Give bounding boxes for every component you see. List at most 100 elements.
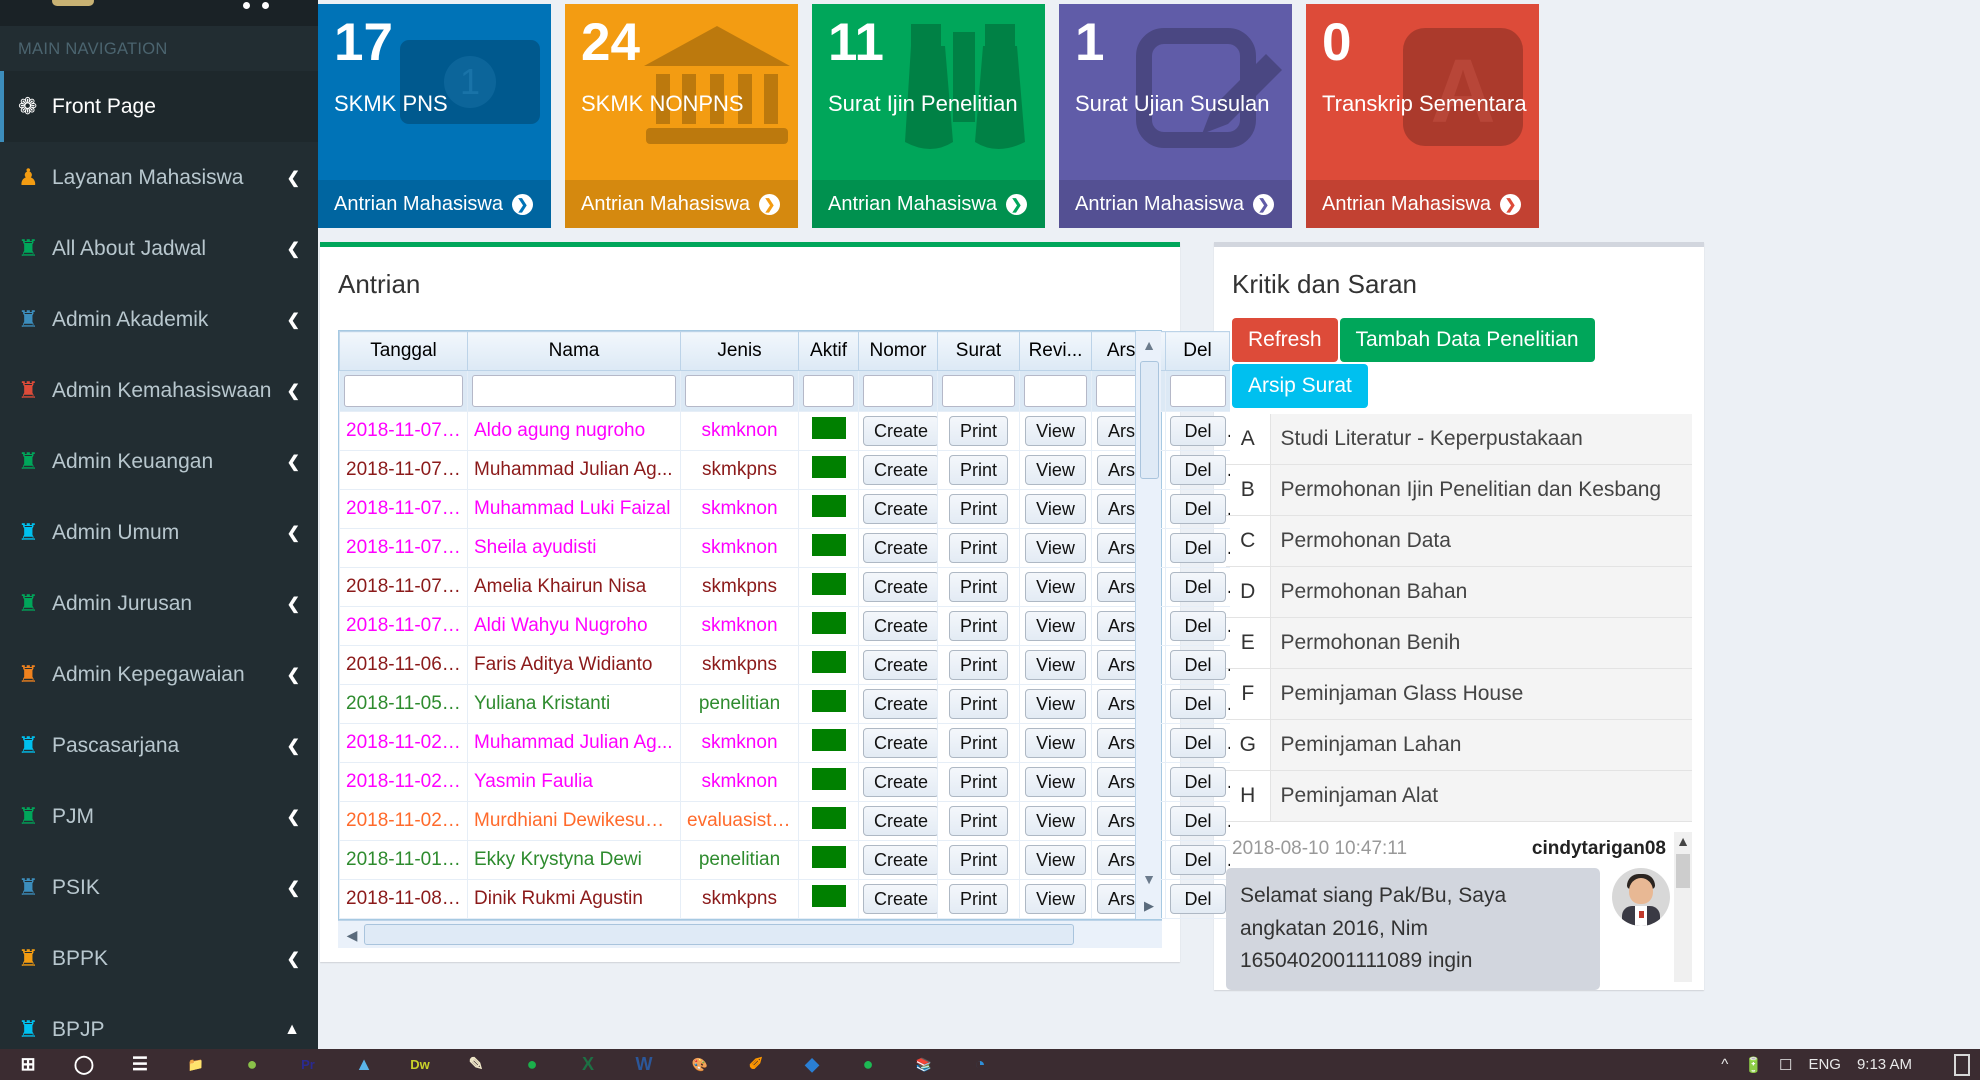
table-row[interactable]: 2018-11-06 ... Faris Aditya Widianto skmkp… (339, 645, 1230, 685)
comment-scroll-up-icon[interactable]: ▲ (1674, 832, 1692, 850)
surat-button[interactable]: Print (948, 844, 1008, 876)
comment-scrollbar[interactable]: ▲ (1674, 832, 1692, 982)
start-windows-icon[interactable]: ⊞ (0, 1049, 56, 1080)
sidebar-item-admin-kemahasiswaan[interactable]: ♜ Admin Kemahasiswaan ❮ (0, 355, 318, 426)
sidebar-item-admin-keuangan[interactable]: ♜ Admin Keuangan ❮ (0, 426, 318, 497)
nomor-button[interactable]: Create (863, 844, 938, 876)
surat-button[interactable]: Print (948, 571, 1008, 603)
revisi-button[interactable]: View (1025, 571, 1086, 603)
surat-button[interactable]: Print (948, 727, 1008, 759)
stat-box-surat-ijin-penelitian[interactable]: 11 Surat Ijin Penelitian Antrian Mahasiswa… (812, 4, 1045, 228)
list-item[interactable]: A Studi Literatur - Keperpustakaan (1226, 414, 1692, 465)
filter-input-nomor[interactable] (863, 375, 933, 407)
sidebar-item-psik[interactable]: ♜ PSIK ❮ (0, 852, 318, 923)
antrian-filter-row[interactable] (339, 370, 1230, 412)
android-studio-icon[interactable]: ● (224, 1049, 280, 1080)
surat-button[interactable]: Print (948, 493, 1008, 525)
sidebar-item-pascasarjana[interactable]: ♜ Pascasarjana ❮ (0, 710, 318, 781)
sidebar-item-admin-akademik[interactable]: ♜ Admin Akademik ❮ (0, 284, 318, 355)
table-row[interactable]: 2018-11-02 ... Muhammad Julian Ag... skmkn… (339, 723, 1230, 763)
table-row[interactable]: 2018-11-02 ... Murdhiani Dewikesum... eval… (339, 801, 1230, 841)
list-item[interactable]: F Peminjaman Glass House (1226, 668, 1692, 720)
revisi-button[interactable]: View (1025, 766, 1086, 798)
sidebar-item-admin-jurusan[interactable]: ♜ Admin Jurusan ❮ (0, 568, 318, 639)
stat-footer-link[interactable]: Antrian Mahasiswa ❯ (812, 180, 1045, 228)
nomor-button[interactable]: Create (863, 571, 938, 603)
paint-icon[interactable]: 🎨 (672, 1049, 728, 1080)
filter-input-del[interactable] (1170, 375, 1226, 407)
revisi-button[interactable]: View (1025, 493, 1086, 525)
column-header-aktif[interactable]: Aktif (798, 331, 859, 371)
stat-box-skmk-nonpns[interactable]: 24 SKMK NONPNS Antrian Mahasiswa ❯ (565, 4, 798, 228)
revisi-button[interactable]: View (1025, 727, 1086, 759)
column-header-jenis[interactable]: Jenis (680, 331, 799, 371)
sidebar-item-pjm[interactable]: ♜ PJM ❮ (0, 781, 318, 852)
nomor-button[interactable]: Create (863, 727, 938, 759)
scroll-down-icon[interactable]: ▼ (1136, 867, 1162, 891)
nomor-button[interactable]: Create (863, 493, 938, 525)
photoshop-icon[interactable]: ◆ (784, 1049, 840, 1080)
surat-button[interactable]: Print (948, 766, 1008, 798)
edge-icon[interactable]: ◔ (952, 1049, 1008, 1080)
column-header-nama[interactable]: Nama (467, 331, 681, 371)
spotify-icon[interactable]: ● (840, 1049, 896, 1080)
sidebar-item-layanan-mahasiswa[interactable]: ♟ Layanan Mahasiswa ❮ (0, 142, 318, 213)
surat-button[interactable]: Print (948, 415, 1008, 447)
filter-input-tanggal[interactable] (344, 375, 463, 407)
adobe-premiere-icon[interactable]: Pr (280, 1049, 336, 1080)
del-button[interactable]: Del (1170, 688, 1226, 720)
revisi-button[interactable]: View (1025, 688, 1086, 720)
revisi-button[interactable]: View (1025, 610, 1086, 642)
filter-input-aktif[interactable] (803, 375, 854, 407)
surat-button[interactable]: Print (948, 688, 1008, 720)
excel-icon[interactable]: X (560, 1049, 616, 1080)
table-row[interactable]: 2018-11-07 ... Amelia Khairun Nisa skmkpns… (339, 567, 1230, 607)
del-button[interactable]: Del (1170, 454, 1226, 486)
revisi-button[interactable]: View (1025, 649, 1086, 681)
del-button[interactable]: Del (1170, 805, 1226, 837)
tambah-data-penelitian-button[interactable]: Tambah Data Penelitian (1339, 318, 1595, 362)
ccleaner-icon[interactable]: ▲ (336, 1049, 392, 1080)
sublime-icon[interactable]: ✐ (728, 1049, 784, 1080)
revisi-button[interactable]: View (1025, 805, 1086, 837)
sidebar-item-bpjp[interactable]: ♜ BPJP ▲ (0, 994, 318, 1049)
table-row[interactable]: 2018-11-02 ... Yasmin Faulia skmknon Create… (339, 762, 1230, 802)
del-button[interactable]: Del (1170, 493, 1226, 525)
column-header-nomor[interactable]: Nomor (858, 331, 938, 371)
teamviewer-icon[interactable]: ● (504, 1049, 560, 1080)
table-row[interactable]: 2018-11-01 ... Ekky Krystyna Dewi peneliti… (339, 840, 1230, 880)
stat-footer-link[interactable]: Antrian Mahasiswa ❯ (1059, 180, 1292, 228)
filter-input-nama[interactable] (472, 375, 676, 407)
del-button[interactable]: Del (1170, 571, 1226, 603)
sidebar-item-admin-umum[interactable]: ♜ Admin Umum ❮ (0, 497, 318, 568)
scroll-up-icon[interactable]: ▲ (1136, 333, 1162, 357)
revisi-button[interactable]: View (1025, 532, 1086, 564)
revisi-button[interactable]: View (1025, 883, 1086, 915)
filter-input-surat[interactable] (942, 375, 1015, 407)
table-row[interactable]: 2018-11-07 ... Aldo agung nugroho skmknon C… (339, 411, 1230, 451)
show-desktop-button[interactable] (1954, 1053, 1970, 1076)
nomor-button[interactable]: Create (863, 883, 938, 915)
task-view-icon[interactable]: ☰ (112, 1049, 168, 1080)
refresh-button[interactable]: Refresh (1232, 318, 1338, 362)
del-button[interactable]: Del (1170, 415, 1226, 447)
stat-footer-link[interactable]: Antrian Mahasiswa ❯ (565, 180, 798, 228)
table-row[interactable]: 2018-11-07 ... Sheila ayudisti skmknon Crea… (339, 528, 1230, 568)
nomor-button[interactable]: Create (863, 649, 938, 681)
column-header-revi[interactable]: Revi... (1019, 331, 1092, 371)
scroll-corner-icon[interactable]: ▶ (1136, 893, 1162, 919)
stat-footer-link[interactable]: Antrian Mahasiswa ❯ (1306, 180, 1539, 228)
winrar-icon[interactable]: 📚 (896, 1049, 952, 1080)
stat-box-surat-ujian-susulan[interactable]: 1 Surat Ujian Susulan Antrian Mahasiswa ❯ (1059, 4, 1292, 228)
revisi-button[interactable]: View (1025, 454, 1086, 486)
filter-input-jenis[interactable] (685, 375, 794, 407)
scroll-left-icon[interactable]: ◀ (340, 921, 364, 949)
surat-button[interactable]: Print (948, 805, 1008, 837)
filter-input-revi[interactable] (1024, 375, 1087, 407)
table-row[interactable]: 2018-11-07 ... Muhammad Luki Faizal skmkno… (339, 489, 1230, 529)
table-row[interactable]: 2018-11-08 ... Dinik Rukmi Agustin skmkpns… (339, 879, 1230, 919)
nomor-button[interactable]: Create (863, 805, 938, 837)
column-header-tanggal[interactable]: Tanggal (339, 331, 468, 371)
sidebar-item-admin-kepegawaian[interactable]: ♜ Admin Kepegawaian ❮ (0, 639, 318, 710)
list-item[interactable]: H Peminjaman Alat (1226, 770, 1692, 822)
